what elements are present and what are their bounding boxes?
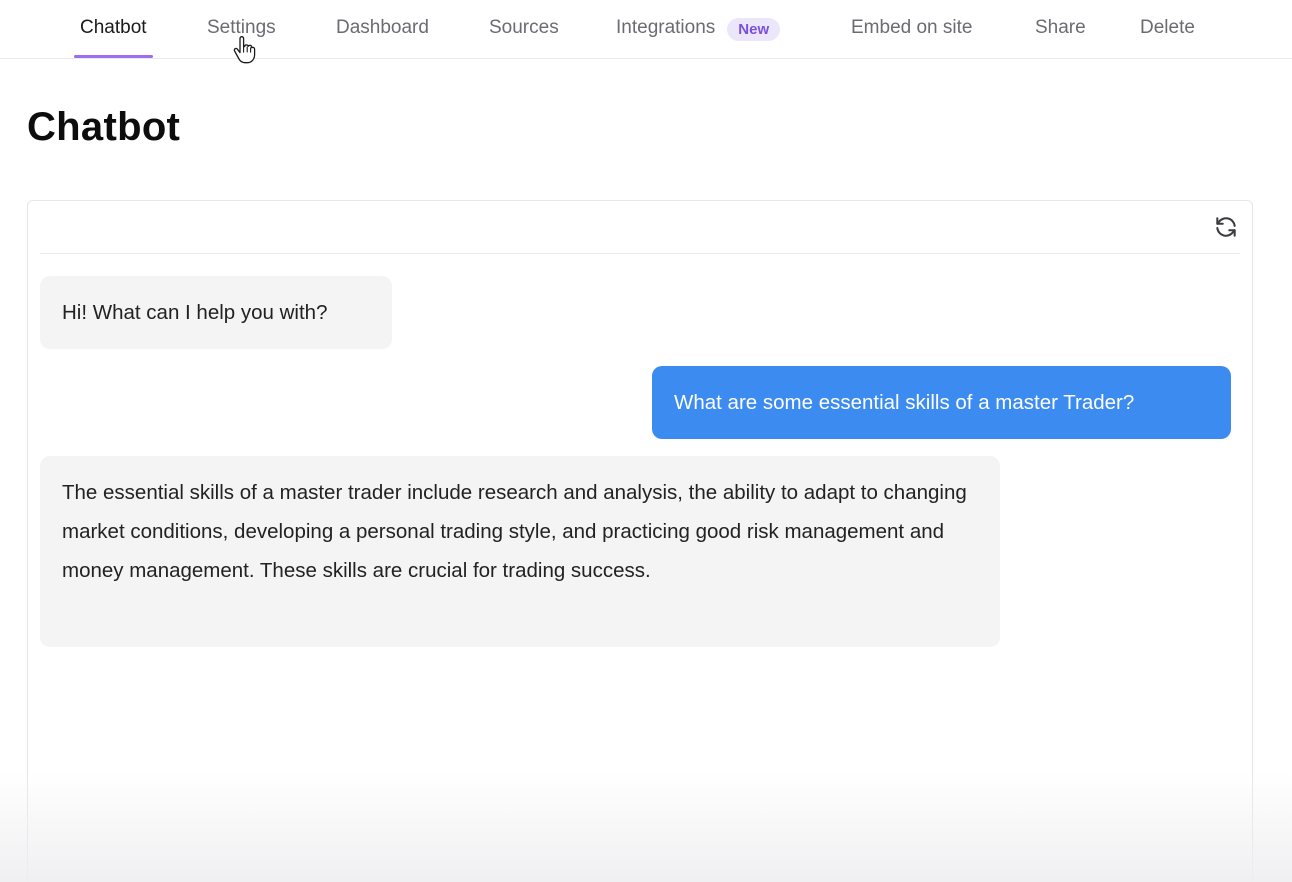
- tab-chatbot[interactable]: Chatbot: [74, 0, 153, 58]
- tab-share[interactable]: Share: [1035, 0, 1086, 58]
- tab-label: Share: [1035, 17, 1086, 38]
- tab-delete[interactable]: Delete: [1140, 0, 1195, 58]
- tab-sources[interactable]: Sources: [489, 0, 559, 58]
- tab-label: Embed on site: [851, 17, 973, 38]
- new-badge: New: [727, 17, 781, 41]
- bot-message: Hi! What can I help you with?: [40, 276, 392, 349]
- tab-label: Integrations: [616, 17, 716, 38]
- tab-label: Dashboard: [336, 17, 429, 38]
- user-message: What are some essential skills of a mast…: [652, 366, 1231, 439]
- tab-label: Chatbot: [80, 17, 147, 38]
- tab-dashboard[interactable]: Dashboard: [336, 0, 429, 58]
- tab-integrations[interactable]: Integrations New: [616, 0, 781, 58]
- tab-embed-on-site[interactable]: Embed on site: [851, 0, 972, 58]
- tab-label: Sources: [489, 17, 559, 38]
- chat-panel: Hi! What can I help you with? What are s…: [27, 200, 1253, 882]
- bot-message: The essential skills of a master trader …: [40, 456, 1000, 647]
- panel-divider: [40, 253, 1240, 254]
- refresh-button[interactable]: [1212, 213, 1240, 241]
- chatbot-page: Chatbot Settings Dashboard Sources Integ…: [0, 0, 1292, 882]
- tab-label: Delete: [1140, 17, 1195, 38]
- page-title: Chatbot: [27, 105, 181, 149]
- tab-settings[interactable]: Settings: [207, 0, 276, 58]
- tab-label: Settings: [207, 17, 276, 38]
- top-tab-bar: Chatbot Settings Dashboard Sources Integ…: [0, 0, 1292, 59]
- refresh-icon: [1216, 217, 1236, 237]
